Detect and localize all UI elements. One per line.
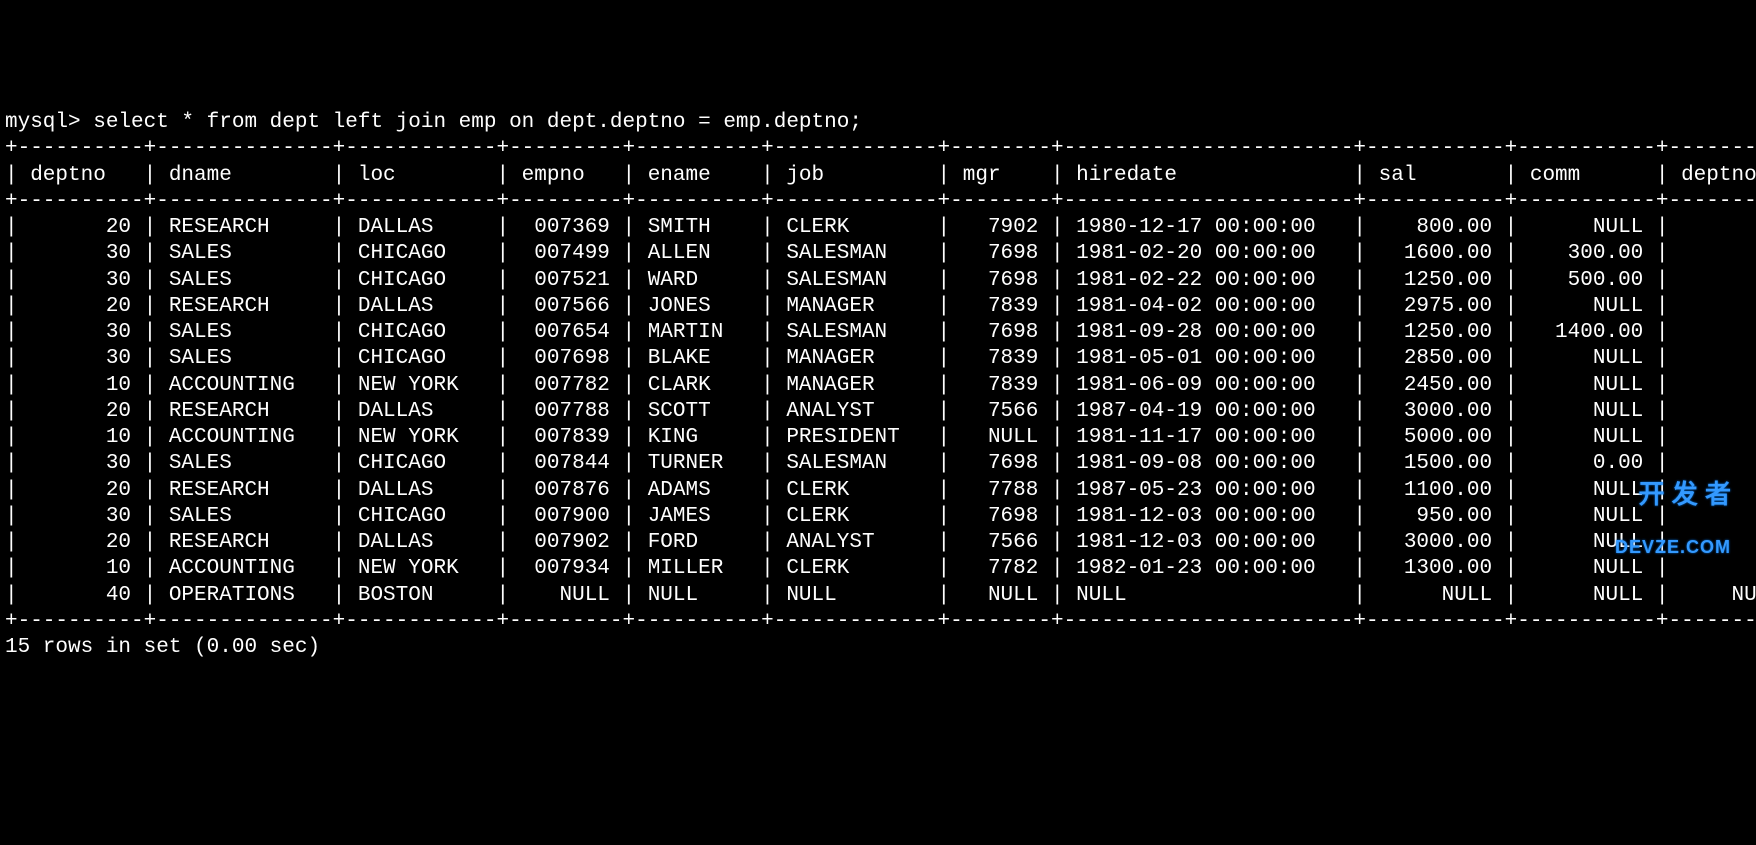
watermark-bottom: DEVZE.COM	[1615, 538, 1731, 558]
table-row: | 20 | RESEARCH | DALLAS | 007902 | FORD…	[5, 530, 1751, 556]
table-row: | 20 | RESEARCH | DALLAS | 007788 | SCOT…	[5, 399, 1751, 425]
watermark-logo: 开 发 者 DEVZE.COM	[1615, 452, 1731, 586]
separator-line: +----------+--------------+------------+…	[5, 136, 1751, 162]
table-row: | 10 | ACCOUNTING | NEW YORK | 007839 | …	[5, 425, 1751, 451]
table-row: | 20 | RESEARCH | DALLAS | 007369 | SMIT…	[5, 215, 1751, 241]
header-row: | deptno | dname | loc | empno | ename |…	[5, 163, 1751, 189]
table-row: | 20 | RESEARCH | DALLAS | 007566 | JONE…	[5, 294, 1751, 320]
table-row: | 40 | OPERATIONS | BOSTON | NULL | NULL…	[5, 583, 1751, 609]
mysql-terminal-output: mysql> select * from dept left join emp …	[5, 110, 1751, 661]
table-row: | 30 | SALES | CHICAGO | 007844 | TURNER…	[5, 451, 1751, 477]
table-row: | 30 | SALES | CHICAGO | 007499 | ALLEN …	[5, 241, 1751, 267]
table-row: | 10 | ACCOUNTING | NEW YORK | 007934 | …	[5, 556, 1751, 582]
table-row: | 30 | SALES | CHICAGO | 007698 | BLAKE …	[5, 346, 1751, 372]
table-row: | 30 | SALES | CHICAGO | 007900 | JAMES …	[5, 504, 1751, 530]
separator-line: +----------+--------------+------------+…	[5, 609, 1751, 635]
table-row: | 20 | RESEARCH | DALLAS | 007876 | ADAM…	[5, 478, 1751, 504]
table-row: | 10 | ACCOUNTING | NEW YORK | 007782 | …	[5, 373, 1751, 399]
separator-line: +----------+--------------+------------+…	[5, 189, 1751, 215]
table-row: | 30 | SALES | CHICAGO | 007521 | WARD |…	[5, 268, 1751, 294]
query-line: mysql> select * from dept left join emp …	[5, 110, 1751, 136]
watermark-top: 开 发 者	[1639, 479, 1731, 509]
table-row: | 30 | SALES | CHICAGO | 007654 | MARTIN…	[5, 320, 1751, 346]
summary-line: 15 rows in set (0.00 sec)	[5, 635, 1751, 661]
